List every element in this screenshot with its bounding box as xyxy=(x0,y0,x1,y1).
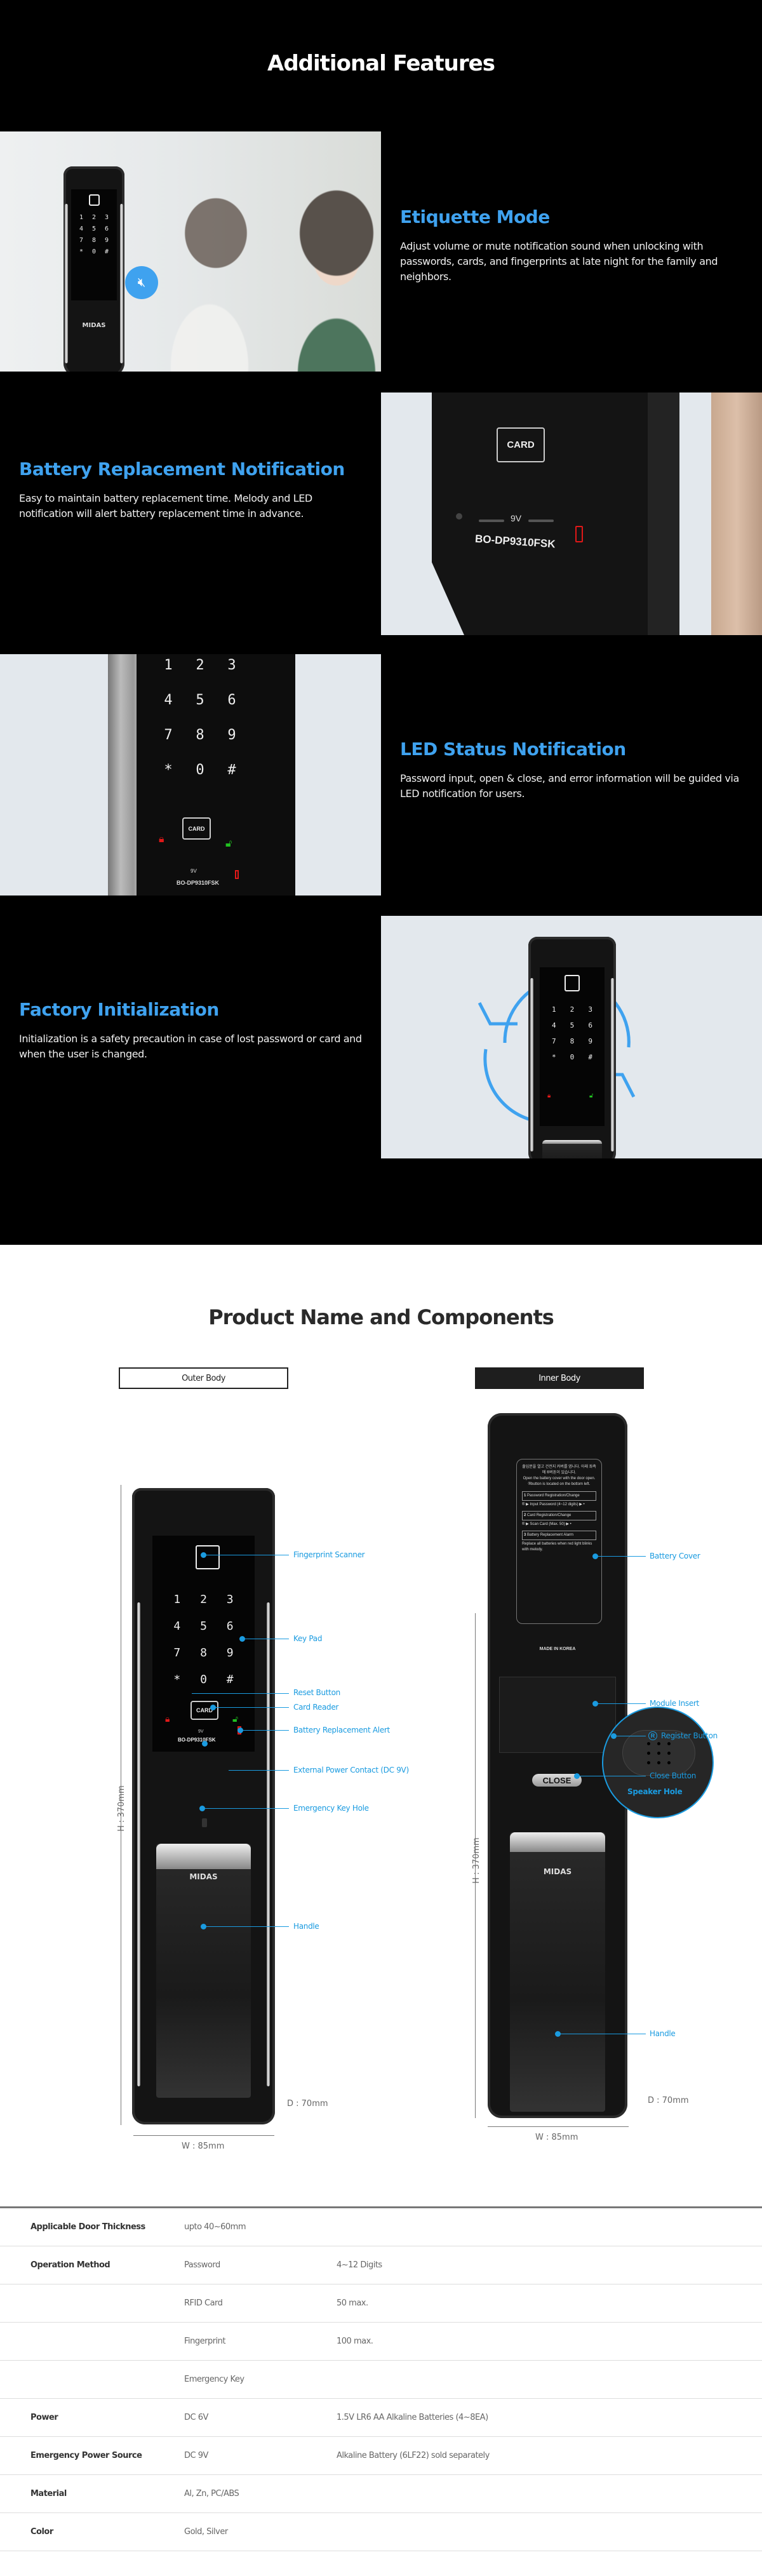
speaker-hole-magnifier: Speaker Hole xyxy=(602,1707,714,1818)
label-battery-cover: Battery Cover xyxy=(650,1552,700,1560)
table-row: Material Al, Zn, PC/ABS xyxy=(0,2475,762,2513)
feature-title: Battery Replacement Notification xyxy=(19,459,345,480)
keypad: 123 456 789 * 0 # xyxy=(164,657,236,778)
tab-outer-body[interactable]: Outer Body xyxy=(119,1367,288,1389)
girl-figure xyxy=(267,157,381,372)
inner-body-diagram: 출입문을 열고 건전지 커버를 엽니다. 아래 좌측에 ®버튼이 있습니다. O… xyxy=(381,1397,762,2159)
door-lock-device: 123 456 789 * 0 # 🔒︎ 🔓︎ xyxy=(528,937,616,1158)
table-row: Power DC 6V 1.5V LR6 AA Alkaline Batteries… xyxy=(0,2399,762,2437)
unlocked-led-icon: 🔓︎ xyxy=(225,838,232,849)
card-reader: CARD xyxy=(190,1701,218,1720)
boy-figure xyxy=(146,157,273,372)
feature-description: Initialization is a safety precaution in… xyxy=(19,1033,362,1060)
module-insert-area xyxy=(499,1677,616,1753)
height-dimension: H : 370mm xyxy=(116,1785,126,1832)
label-register-button: Register Button xyxy=(661,1731,718,1740)
depth-dimension: D : 70mm xyxy=(648,2096,689,2105)
fingerprint-scanner xyxy=(89,194,100,206)
card-reader: CARD xyxy=(497,427,545,462)
locked-led-icon: 🔒︎ xyxy=(159,834,164,845)
components-title: Product Name and Components xyxy=(208,1305,554,1329)
locked-led-icon: 🔒︎ xyxy=(165,1714,170,1724)
feature-battery-replacement: Battery Replacement Notification Easy to… xyxy=(19,459,362,521)
table-row: Applicable Door Thickness upto 40~60mm xyxy=(0,2208,762,2246)
feature-title: Etiquette Mode xyxy=(400,206,550,227)
table-row: Fingerprint 100 max. xyxy=(0,2323,762,2361)
table-row: Operation Method Password 4~12 Digits xyxy=(0,2246,762,2284)
table-row: Color Gold, Silver xyxy=(0,2513,762,2551)
feature-title: LED Status Notification xyxy=(400,739,626,760)
keypad: 123 456 789 * 0 # xyxy=(173,1593,234,1686)
unlocked-led-icon: 🔓︎ xyxy=(232,1714,239,1724)
label-handle: Handle xyxy=(650,2029,676,2038)
feature-description: Password input, open & close, and error … xyxy=(400,772,739,800)
table-row: RFID Card 50 max. xyxy=(0,2284,762,2323)
spec-table: Applicable Door Thickness upto 40~60mm Op… xyxy=(0,2206,762,2551)
label-close-button: Close Button xyxy=(650,1771,697,1780)
brand-logo: MIDAS xyxy=(543,1867,572,1876)
led-status-image: 123 456 789 * 0 # CARD 🔒︎ 🔓︎ 9V BO-DP9310F… xyxy=(0,654,381,896)
model-number: BO-DP9310FSK xyxy=(177,880,220,886)
battery-low-icon xyxy=(235,870,239,879)
brand-logo: MIDAS xyxy=(82,322,106,329)
feature-description: Adjust volume or mute notification sound… xyxy=(400,240,718,283)
etiquette-mode-image: 123 456 789 * 0 # MIDAS 🔇︎ xyxy=(0,131,381,372)
width-dimension: W : 85mm xyxy=(182,2142,225,2151)
label-reset-button: Reset Button xyxy=(293,1688,340,1697)
keypad: 123 456 789 * 0 # xyxy=(552,1005,592,1061)
fingerprint-scanner xyxy=(565,975,580,991)
battery-cover-label: 출입문을 열고 건전지 커버를 엽니다. 아래 좌측에 ®버튼이 있습니다. O… xyxy=(516,1459,602,1624)
additional-features-section: Additional Features 123 456 789 * 0 # MIDA… xyxy=(0,0,762,1245)
door-lock-device: 123 456 789 * 0 # MIDAS xyxy=(64,166,124,372)
emergency-key-hole xyxy=(202,1818,207,1827)
factory-initialization-image: 123 456 789 * 0 # 🔒︎ 🔓︎ xyxy=(381,916,762,1158)
table-row: Emergency Power Source DC 9V Alkaline Batt… xyxy=(0,2437,762,2475)
label-speaker-hole: Speaker Hole xyxy=(627,1787,683,1796)
label-module-insert: Module Insert xyxy=(650,1699,699,1708)
brand-logo: MIDAS xyxy=(189,1872,218,1881)
feature-description: Easy to maintain battery replacement tim… xyxy=(19,492,312,520)
label-battery-alert: Battery Replacement Alert xyxy=(293,1726,390,1734)
label-handle: Handle xyxy=(293,1922,319,1931)
card-reader: CARD xyxy=(182,817,211,840)
keypad: 123 456 789 * 0 # xyxy=(79,214,109,255)
table-row: Emergency Key xyxy=(0,2361,762,2399)
mute-speaker-icon: 🔇︎ xyxy=(125,266,158,299)
label-fingerprint-scanner: Fingerprint Scanner xyxy=(293,1550,365,1559)
label-card-reader: Card Reader xyxy=(293,1703,339,1712)
handle xyxy=(156,1844,251,2098)
feature-etiquette-mode: Etiquette Mode Adjust volume or mute not… xyxy=(400,206,743,285)
feature-factory-initialization: Factory Initialization Initialization is… xyxy=(19,999,362,1062)
model-number: BO-DP9310FSK xyxy=(178,1737,216,1743)
battery-low-icon xyxy=(575,526,583,542)
width-dimension: W : 85mm xyxy=(535,2133,578,2142)
reset-button xyxy=(456,513,462,520)
feature-title: Factory Initialization xyxy=(19,999,219,1020)
battery-notification-image: CARD 9V BO-DP9310FSK xyxy=(381,392,762,635)
label-key-pad: Key Pad xyxy=(293,1634,323,1643)
fingerprint-scanner xyxy=(196,1545,220,1569)
tab-inner-body[interactable]: Inner Body xyxy=(475,1367,644,1389)
label-emergency-key-hole: Emergency Key Hole xyxy=(293,1804,369,1813)
register-symbol-icon: R xyxy=(648,1731,657,1740)
feature-led-status: LED Status Notification Password input, … xyxy=(400,739,743,802)
outer-body-diagram: 123 456 789 * 0 # CARD 🔒︎ 🔓︎ 9V BO-DP9310F… xyxy=(0,1461,409,2159)
depth-dimension: D : 70mm xyxy=(287,2099,328,2109)
height-dimension: H : 370mm xyxy=(471,1837,481,1884)
features-title: Additional Features xyxy=(267,51,495,76)
made-in-label: MADE IN KOREA xyxy=(539,1647,576,1651)
